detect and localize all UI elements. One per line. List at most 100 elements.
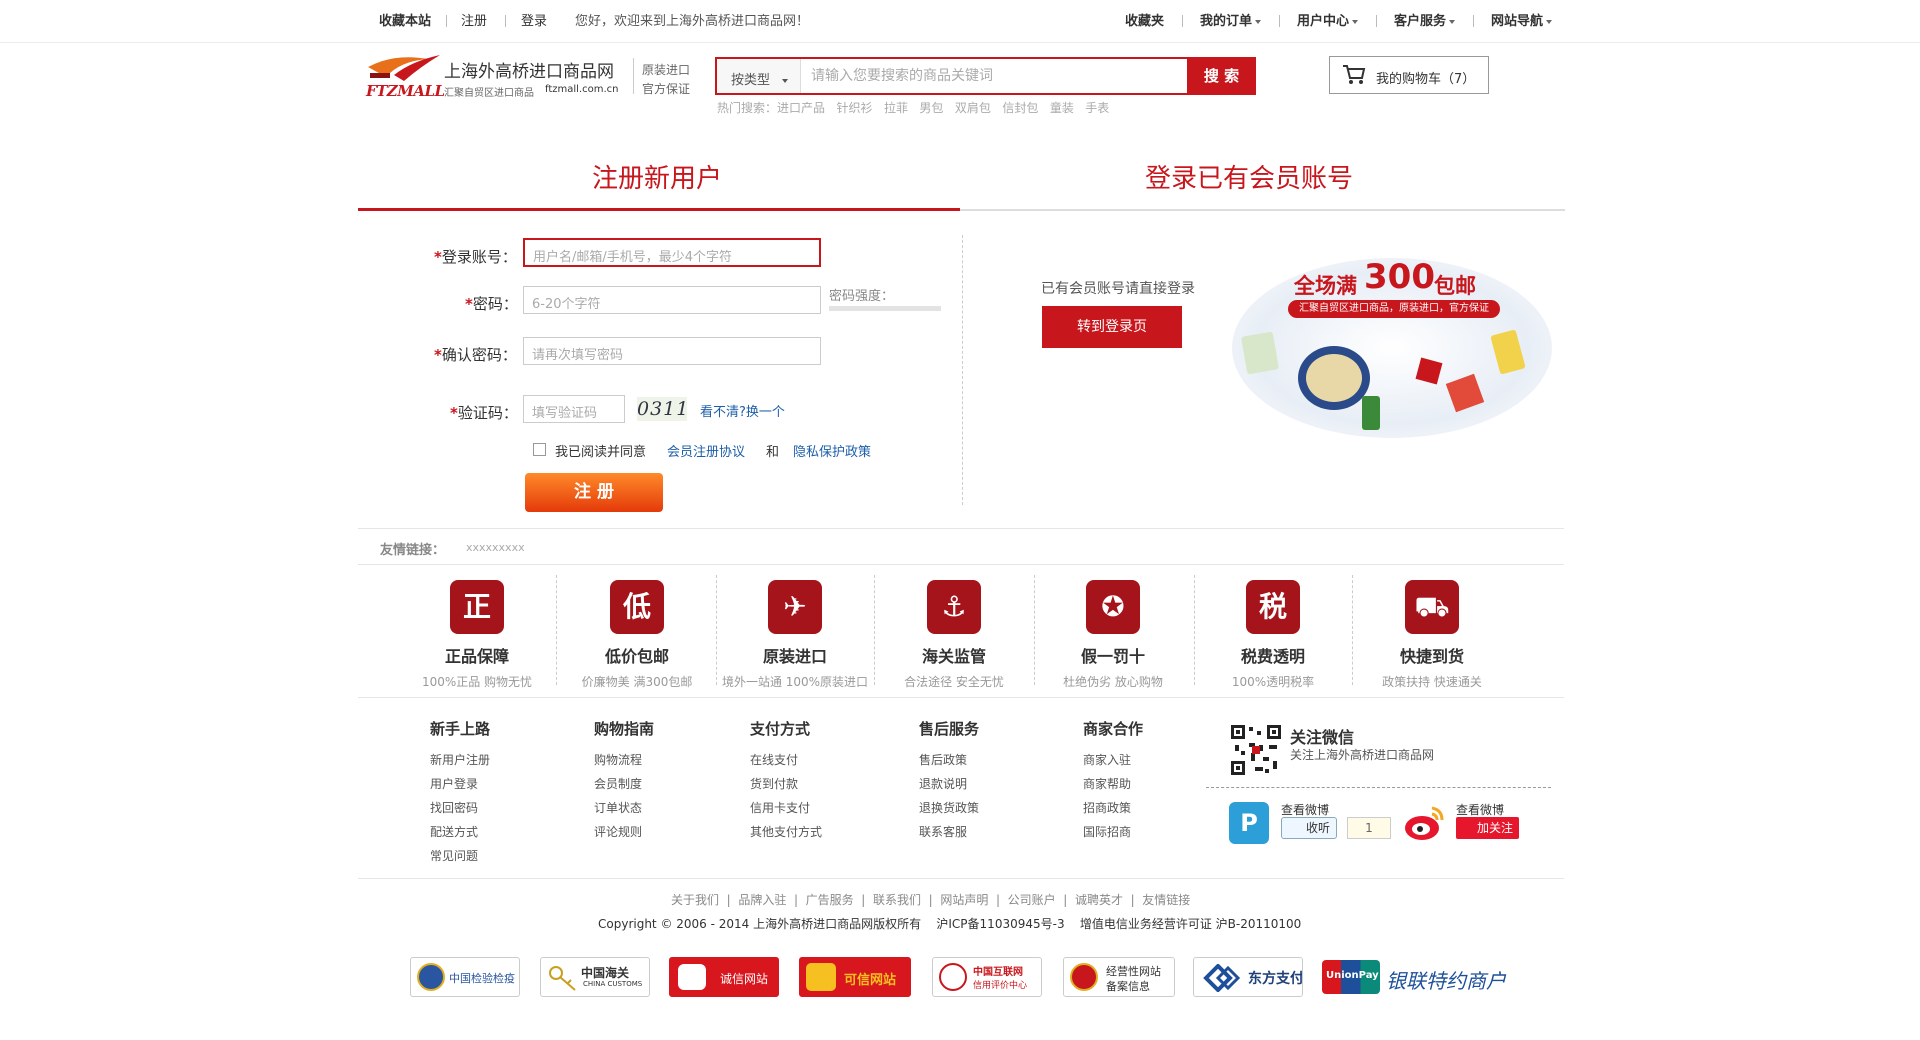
confirm-password-input[interactable]: 请再次填写密码 bbox=[523, 337, 821, 365]
badge-credit-center[interactable]: 中国互联网 信用评价中心 bbox=[932, 957, 1042, 997]
site-logo[interactable]: FTZMALL 上海外高桥进口商品网 汇聚自贸区进口商品 ftzmall.com… bbox=[364, 51, 626, 101]
friend-link[interactable]: xxxxxxxxx bbox=[466, 541, 525, 554]
feature-subtitle: 境外一站通 100%原装进口 bbox=[721, 675, 869, 689]
tab-register[interactable]: 注册新用户 bbox=[592, 158, 722, 195]
register-link[interactable]: 注册 bbox=[461, 14, 487, 30]
footer-link[interactable]: 国际招商 bbox=[1083, 825, 1143, 840]
badge-east-pay[interactable]: 东方支付 bbox=[1193, 957, 1303, 997]
feature-fake-penalty[interactable]: ✪ 假一罚十 杜绝伪劣 放心购物 bbox=[1034, 580, 1192, 690]
tab-login[interactable]: 登录已有会员账号 bbox=[1145, 158, 1353, 195]
footer-link[interactable]: 退换货政策 bbox=[919, 801, 979, 816]
favorites-link[interactable]: 收藏夹 bbox=[1125, 14, 1164, 30]
tencent-follow-button[interactable]: 收听 bbox=[1281, 817, 1337, 839]
footer-link[interactable]: 在线支付 bbox=[750, 753, 822, 768]
footer-link[interactable]: 信用卡支付 bbox=[750, 801, 822, 816]
footer-link[interactable]: 招商政策 bbox=[1083, 801, 1143, 816]
feature-fast-delivery[interactable]: ⛟ 快捷到货 政策扶持 快速通关 bbox=[1353, 580, 1511, 690]
register-submit-button[interactable]: 注 册 bbox=[525, 473, 663, 512]
user-center-menu[interactable]: 用户中心 bbox=[1297, 14, 1359, 30]
footer-link[interactable]: 售后政策 bbox=[919, 753, 979, 768]
hot-search-item[interactable]: 拉菲 bbox=[884, 101, 908, 115]
bottom-link[interactable]: 广告服务 bbox=[806, 893, 854, 907]
footer-link[interactable]: 联系客服 bbox=[919, 825, 979, 840]
search-input[interactable] bbox=[803, 59, 1169, 93]
badge-trusted-site[interactable]: 可信网站 bbox=[799, 957, 911, 997]
agreement-link[interactable]: 会员注册协议 bbox=[667, 441, 745, 460]
footer-link[interactable]: 找回密码 bbox=[430, 801, 490, 816]
footer-link[interactable]: 购物流程 bbox=[594, 753, 654, 768]
footer-link[interactable]: 配送方式 bbox=[430, 825, 490, 840]
captcha-refresh-link[interactable]: 看不清?换一个 bbox=[700, 401, 785, 420]
badge-inspection[interactable]: 中国检验检疫 bbox=[410, 957, 520, 997]
cart-button[interactable]: 我的购物车（7） bbox=[1329, 56, 1489, 94]
site-nav-menu[interactable]: 网站导航 bbox=[1491, 14, 1553, 30]
badge-filing-info[interactable]: 经营性网站 备案信息 bbox=[1063, 957, 1175, 997]
promo-products-image bbox=[1241, 329, 1526, 430]
badge-unionpay[interactable]: UnionPay 银联特约商户 bbox=[1322, 957, 1528, 997]
feature-customs[interactable]: ⚓ 海关监管 合法途径 安全无忧 bbox=[875, 580, 1033, 690]
badge-integrity-site[interactable]: 诚信网站 bbox=[669, 957, 779, 997]
hot-search-item[interactable]: 信封包 bbox=[1002, 101, 1038, 115]
chevron-down-icon bbox=[1546, 19, 1553, 24]
footer-link[interactable]: 货到付款 bbox=[750, 777, 822, 792]
tencent-weibo-icon[interactable]: P bbox=[1229, 802, 1269, 844]
hot-search-item[interactable]: 双肩包 bbox=[955, 101, 991, 115]
inspection-emblem-icon bbox=[417, 963, 445, 991]
divider bbox=[505, 15, 506, 27]
login-link[interactable]: 登录 bbox=[521, 14, 547, 30]
feature-tax[interactable]: 税 税费透明 100%透明税率 bbox=[1194, 580, 1352, 690]
bottom-link[interactable]: 公司账户 bbox=[1008, 893, 1056, 907]
feature-low-price[interactable]: 低 低价包邮 价廉物美 满300包邮 bbox=[558, 580, 716, 690]
search-button[interactable]: 搜 索 bbox=[1187, 59, 1256, 93]
agree-checkbox[interactable] bbox=[533, 443, 546, 456]
feature-subtitle: 100%正品 购物无忧 bbox=[421, 675, 533, 689]
bottom-link[interactable]: 诚聘英才 bbox=[1075, 893, 1123, 907]
privacy-link[interactable]: 隐私保护政策 bbox=[793, 441, 871, 460]
badge-customs[interactable]: 中国海关 CHINA CUSTOMS bbox=[540, 957, 650, 997]
hot-search-item[interactable]: 童装 bbox=[1050, 101, 1074, 115]
sina-follow-button[interactable]: 加关注 bbox=[1456, 817, 1519, 839]
footer-link[interactable]: 退款说明 bbox=[919, 777, 979, 792]
hot-search-item[interactable]: 针织衫 bbox=[836, 101, 872, 115]
integrity-icon bbox=[678, 964, 706, 990]
hot-search-item[interactable]: 手表 bbox=[1085, 101, 1109, 115]
password-input[interactable]: 6-20个字符 bbox=[523, 286, 821, 314]
divider bbox=[962, 235, 963, 505]
bottom-link[interactable]: 关于我们 bbox=[671, 893, 719, 907]
divider bbox=[556, 575, 557, 685]
footer-link[interactable]: 新用户注册 bbox=[430, 753, 490, 768]
feature-title: 快捷到货 bbox=[1399, 647, 1464, 666]
footer-col-title: 商家合作 bbox=[1083, 720, 1144, 738]
hot-search-item[interactable]: 进口产品 bbox=[777, 101, 825, 115]
customer-service-menu[interactable]: 客户服务 bbox=[1394, 14, 1456, 30]
feature-title: 原装进口 bbox=[762, 647, 827, 666]
feature-genuine[interactable]: 正 正品保障 100%正品 购物无忧 bbox=[398, 580, 556, 690]
footer-link[interactable]: 用户登录 bbox=[430, 777, 490, 792]
go-to-login-button[interactable]: 转到登录页 bbox=[1042, 306, 1182, 348]
bottom-link[interactable]: 网站声明 bbox=[940, 893, 988, 907]
badge-label: 可信网站 bbox=[844, 973, 897, 988]
customs-key-icon bbox=[549, 966, 576, 991]
feature-original-import[interactable]: ✈ 原装进口 境外一站通 100%原装进口 bbox=[716, 580, 874, 690]
footer-link[interactable]: 常见问题 bbox=[430, 849, 490, 864]
captcha-input[interactable]: 填写验证码 bbox=[523, 395, 625, 423]
hot-search-item[interactable]: 男包 bbox=[919, 101, 943, 115]
bookmark-site-link[interactable]: 收藏本站 bbox=[379, 14, 431, 30]
footer-link[interactable]: 会员制度 bbox=[594, 777, 654, 792]
footer-link[interactable]: 订单状态 bbox=[594, 801, 654, 816]
sina-weibo-icon[interactable] bbox=[1402, 802, 1446, 844]
bottom-link[interactable]: 友情链接 bbox=[1142, 893, 1190, 907]
my-orders-menu[interactable]: 我的订单 bbox=[1200, 14, 1262, 30]
sina-weibo-label: 查看微博 bbox=[1456, 803, 1505, 817]
account-input[interactable]: 用户名/邮箱/手机号，最少4个字符 bbox=[523, 238, 821, 267]
divider bbox=[358, 528, 1564, 529]
footer-link[interactable]: 商家入驻 bbox=[1083, 753, 1143, 768]
search-type-select[interactable]: 按类型 bbox=[717, 59, 801, 93]
footer-link[interactable]: 商家帮助 bbox=[1083, 777, 1143, 792]
bottom-link[interactable]: 联系我们 bbox=[873, 893, 921, 907]
bottom-link[interactable]: 品牌入驻 bbox=[738, 893, 786, 907]
footer-link[interactable]: 其他支付方式 bbox=[750, 825, 822, 840]
footer-link[interactable]: 评论规则 bbox=[594, 825, 654, 840]
captcha-image[interactable]: 0311 bbox=[637, 397, 688, 421]
account-label: *登录账号： bbox=[434, 246, 517, 267]
